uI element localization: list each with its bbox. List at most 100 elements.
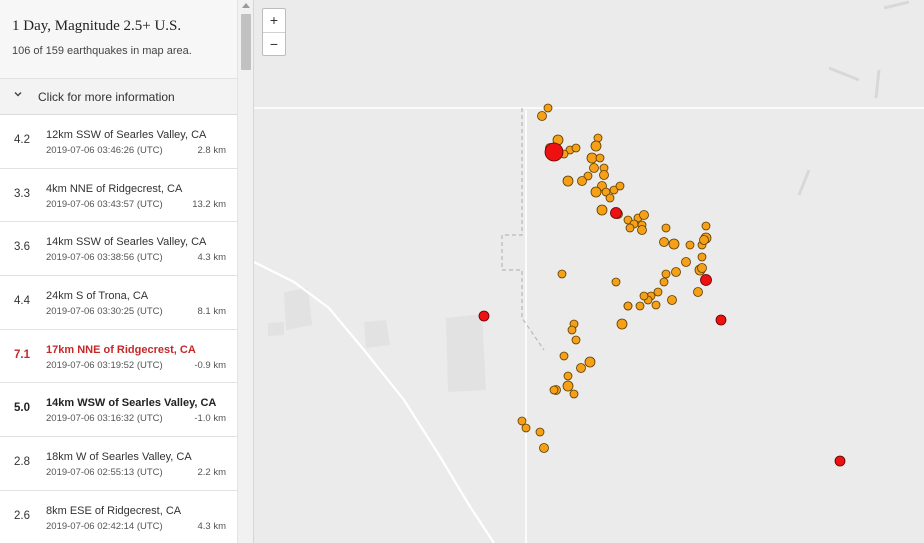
magnitude: 3.3 — [14, 187, 30, 200]
depth: 2.2 km — [197, 467, 226, 479]
earthquake-marker[interactable] — [571, 143, 581, 153]
earthquake-marker[interactable] — [596, 204, 608, 216]
recent-earthquake-marker[interactable] — [834, 455, 846, 467]
earthquake-marker[interactable] — [605, 193, 615, 203]
recent-earthquake-marker[interactable] — [544, 142, 564, 162]
depth: 2.8 km — [197, 145, 226, 156]
zoom-control: + − — [262, 8, 286, 56]
scrollbar-thumb[interactable] — [241, 14, 251, 70]
recent-earthquake-marker[interactable] — [700, 274, 712, 286]
recent-earthquake-marker[interactable] — [715, 314, 727, 326]
earthquake-marker[interactable] — [681, 257, 691, 267]
list-item[interactable]: 4.4 24km S of Trona, CA 2019-07-06 03:30… — [0, 276, 237, 330]
earthquake-marker[interactable] — [577, 176, 587, 186]
earthquake-marker[interactable] — [549, 385, 559, 395]
terrain-marks — [797, 0, 910, 196]
location: 24km S of Trona, CA — [46, 290, 149, 303]
earthquake-marker[interactable] — [563, 371, 573, 381]
magnitude: 4.4 — [14, 295, 30, 308]
location: 12km SSW of Searles Valley, CA — [46, 129, 207, 141]
urban-areas — [268, 288, 486, 392]
earthquake-marker[interactable] — [567, 325, 577, 335]
earthquake-list: 4.2 12km SSW of Searles Valley, CA 2019-… — [0, 115, 237, 543]
list-item[interactable]: 3.3 4km NNE of Ridgecrest, CA 2019-07-06… — [0, 168, 237, 223]
recent-earthquake-marker[interactable] — [610, 207, 622, 219]
timestamp: 2019-07-06 03:43:57 (UTC) — [46, 198, 163, 210]
list-header: 1 Day, Magnitude 2.5+ U.S. 106 of 159 ea… — [0, 0, 237, 79]
earthquake-marker[interactable] — [668, 238, 680, 250]
earthquake-marker[interactable] — [615, 181, 625, 191]
depth: 13.2 km — [192, 198, 226, 210]
earthquake-marker[interactable] — [576, 363, 586, 373]
list-scrollbar[interactable] — [237, 0, 253, 543]
earthquake-marker[interactable] — [543, 103, 553, 113]
earthquake-marker[interactable] — [625, 223, 635, 233]
timestamp: 2019-07-06 03:38:56 (UTC) — [46, 252, 163, 264]
list-item[interactable]: 4.2 12km SSW of Searles Valley, CA 2019-… — [0, 115, 237, 169]
earthquake-marker[interactable] — [611, 277, 621, 287]
magnitude: 3.6 — [14, 241, 30, 254]
earthquake-marker[interactable] — [699, 235, 709, 245]
list-item[interactable]: 3.6 14km SSW of Searles Valley, CA 2019-… — [0, 222, 237, 277]
earthquake-marker[interactable] — [535, 427, 545, 437]
timestamp: 2019-07-06 03:30:25 (UTC) — [46, 306, 163, 318]
earthquake-marker[interactable] — [521, 423, 531, 433]
earthquake-marker[interactable] — [637, 225, 647, 235]
earthquake-marker[interactable] — [590, 140, 602, 152]
earthquake-marker[interactable] — [651, 300, 661, 310]
timestamp: 2019-07-06 03:46:26 (UTC) — [46, 145, 163, 156]
earthquake-marker[interactable] — [659, 237, 669, 247]
earthquake-marker[interactable] — [616, 318, 628, 330]
earthquake-marker[interactable] — [639, 210, 649, 220]
location: 18km W of Searles Valley, CA — [46, 451, 192, 464]
zoom-in-button[interactable]: + — [263, 9, 285, 33]
chevron-down-icon — [14, 92, 22, 97]
list-item[interactable]: 2.8 18km W of Searles Valley, CA 2019-07… — [0, 437, 237, 491]
earthquake-marker[interactable] — [623, 301, 633, 311]
more-info-toggle[interactable]: Click for more information — [0, 79, 237, 115]
earthquake-marker[interactable] — [697, 263, 707, 273]
earthquake-marker[interactable] — [599, 170, 609, 180]
earthquake-marker[interactable] — [559, 351, 569, 361]
earthquake-marker[interactable] — [590, 186, 602, 198]
earthquake-marker[interactable] — [584, 356, 596, 368]
earthquake-marker[interactable] — [571, 335, 581, 345]
list-item[interactable]: 2.6 8km ESE of Ridgecrest, CA 2019-07-06… — [0, 490, 237, 543]
earthquake-marker[interactable] — [671, 267, 681, 277]
earthquake-marker[interactable] — [595, 153, 605, 163]
earthquake-marker[interactable] — [693, 287, 703, 297]
recent-earthquake-marker[interactable] — [478, 310, 490, 322]
earthquake-marker[interactable] — [635, 301, 645, 311]
earthquake-marker[interactable] — [586, 152, 598, 164]
earthquake-marker[interactable] — [659, 277, 669, 287]
feed-title: 1 Day, Magnitude 2.5+ U.S. — [12, 18, 182, 34]
earthquake-marker[interactable] — [661, 223, 671, 233]
scroll-up-icon[interactable] — [242, 3, 250, 8]
earthquake-markers — [478, 103, 846, 467]
earthquake-marker[interactable] — [562, 380, 574, 392]
earthquake-marker[interactable] — [539, 443, 549, 453]
depth: 4.3 km — [197, 252, 226, 264]
earthquake-marker[interactable] — [685, 240, 695, 250]
depth: -1.0 km — [194, 413, 226, 425]
map-view[interactable] — [254, 0, 924, 543]
earthquake-marker[interactable] — [701, 221, 711, 231]
earthquake-marker[interactable] — [589, 163, 599, 173]
timestamp: 2019-07-06 02:55:13 (UTC) — [46, 467, 163, 479]
list-item[interactable]: 7.1 17km NNE of Ridgecrest, CA 2019-07-0… — [0, 329, 237, 384]
earthquake-marker[interactable] — [639, 291, 649, 301]
depth: 8.1 km — [197, 306, 226, 318]
earthquake-marker[interactable] — [562, 175, 574, 187]
earthquake-marker[interactable] — [661, 269, 671, 279]
earthquake-marker[interactable] — [557, 269, 567, 279]
depth: 4.3 km — [197, 520, 226, 532]
magnitude: 2.8 — [14, 456, 30, 469]
list-item[interactable]: 5.0 14km WSW of Searles Valley, CA 2019-… — [0, 383, 237, 438]
earthquake-marker[interactable] — [697, 252, 707, 262]
magnitude: 2.6 — [14, 509, 30, 522]
earthquake-marker[interactable] — [569, 389, 579, 399]
earthquake-marker[interactable] — [537, 111, 547, 121]
magnitude: 7.1 — [14, 348, 30, 361]
zoom-out-button[interactable]: − — [263, 33, 285, 56]
earthquake-marker[interactable] — [667, 295, 677, 305]
